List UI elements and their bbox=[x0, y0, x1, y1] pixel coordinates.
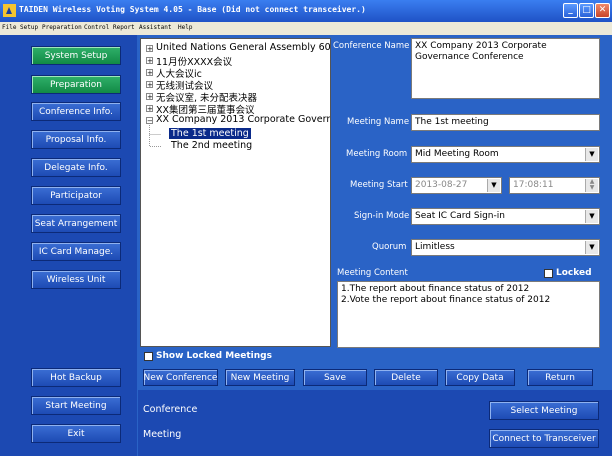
conference-name-label: Conference Name bbox=[333, 41, 410, 51]
tree-collapse-icon[interactable]: − bbox=[146, 117, 153, 125]
nav-conference-info-button[interactable]: Conference Info. bbox=[31, 102, 121, 121]
nav-seat-arrangement-button[interactable]: Seat Arrangement bbox=[31, 214, 121, 233]
meeting-start-label: Meeting Start bbox=[350, 180, 408, 190]
nav-proposal-info-button[interactable]: Proposal Info. bbox=[31, 130, 121, 149]
spin-down-icon[interactable]: ▼ bbox=[590, 184, 595, 191]
meeting-start-time-spinner[interactable]: 17:08:11 ▲ ▼ bbox=[509, 177, 600, 194]
menu-help[interactable]: Help bbox=[178, 24, 192, 31]
signin-mode-label: Sign-in Mode bbox=[354, 211, 410, 221]
save-button[interactable]: Save bbox=[303, 369, 367, 386]
meeting-room-value: Mid Meeting Room bbox=[415, 149, 499, 159]
close-button[interactable]: ✕ bbox=[595, 3, 610, 18]
menu-bar: File Setup Preparation Control Report As… bbox=[0, 22, 612, 35]
hot-backup-button[interactable]: Hot Backup bbox=[31, 368, 121, 387]
meeting-start-time-value: 17:08:11 bbox=[513, 180, 554, 190]
nav-participator-button[interactable]: Participator bbox=[31, 186, 121, 205]
start-meeting-button[interactable]: Start Meeting bbox=[31, 396, 121, 415]
tree-expand-icon[interactable]: + bbox=[146, 81, 153, 89]
tree-expand-icon[interactable]: + bbox=[146, 57, 153, 65]
chevron-down-icon[interactable]: ▼ bbox=[487, 179, 500, 192]
tree-expand-icon[interactable]: + bbox=[146, 45, 153, 53]
meeting-room-select[interactable]: Mid Meeting Room ▼ bbox=[411, 146, 600, 163]
quorum-select[interactable]: Limitless ▼ bbox=[411, 239, 600, 256]
app-icon bbox=[3, 4, 16, 17]
meeting-start-date-value: 2013-08-27 bbox=[415, 180, 468, 190]
meeting-content-label: Meeting Content bbox=[337, 268, 408, 278]
menu-preparation[interactable]: Preparation bbox=[42, 24, 82, 31]
tree-expand-icon[interactable]: + bbox=[146, 105, 153, 113]
menu-report[interactable]: Report bbox=[113, 24, 135, 31]
nav-preparation-button[interactable]: Preparation bbox=[31, 75, 121, 94]
locked-label: Locked bbox=[556, 268, 592, 278]
exit-button[interactable]: Exit bbox=[31, 424, 121, 443]
nav-system-setup-button[interactable]: System Setup bbox=[31, 46, 121, 65]
quorum-value: Limitless bbox=[415, 242, 455, 252]
conference-name-field[interactable]: XX Company 2013 Corporate Governance Con… bbox=[411, 38, 600, 99]
maximize-button[interactable]: □ bbox=[579, 3, 594, 18]
tree-item-conference[interactable]: United Nations General Assembly 60 bbox=[156, 42, 330, 53]
title-bar[interactable]: TAIDEN Wireless Voting System 4.05 - Bas… bbox=[0, 0, 612, 22]
chevron-down-icon[interactable]: ▼ bbox=[585, 148, 598, 161]
spin-arrows-icon[interactable]: ▲ ▼ bbox=[585, 179, 598, 192]
chevron-down-icon[interactable]: ▼ bbox=[585, 210, 598, 223]
nav-ic-card-manage-button[interactable]: IC Card Manage. bbox=[31, 242, 121, 261]
signin-mode-select[interactable]: Seat IC Card Sign-in ▼ bbox=[411, 208, 600, 225]
copy-data-button[interactable]: Copy Data bbox=[445, 369, 515, 386]
minimize-button[interactable]: _ bbox=[563, 3, 578, 18]
delete-button[interactable]: Delete bbox=[374, 369, 438, 386]
tree-expand-icon[interactable]: + bbox=[146, 69, 153, 77]
quorum-label: Quorum bbox=[372, 242, 407, 252]
signin-mode-value: Seat IC Card Sign-in bbox=[415, 211, 505, 221]
conference-tree[interactable]: + United Nations General Assembly 60 + 1… bbox=[140, 38, 331, 347]
select-meeting-button[interactable]: Select Meeting bbox=[489, 401, 599, 420]
status-meeting-label: Meeting bbox=[143, 429, 182, 440]
tree-connector-lines bbox=[149, 125, 161, 147]
nav-delegate-info-button[interactable]: Delegate Info. bbox=[31, 158, 121, 177]
locked-checkbox[interactable] bbox=[544, 269, 553, 278]
tree-expand-icon[interactable]: + bbox=[146, 93, 153, 101]
tree-item-conference[interactable]: XX Company 2013 Corporate Governa bbox=[156, 114, 330, 125]
meeting-content-field[interactable]: 1.The report about finance status of 201… bbox=[337, 281, 600, 348]
app-window: TAIDEN Wireless Voting System 4.05 - Bas… bbox=[0, 0, 612, 456]
chevron-down-icon[interactable]: ▼ bbox=[585, 241, 598, 254]
menu-assistant[interactable]: Assistant bbox=[139, 24, 172, 31]
menu-control[interactable]: Control bbox=[84, 24, 109, 31]
meeting-start-date-picker[interactable]: 2013-08-27 ▼ bbox=[411, 177, 502, 194]
meeting-name-label: Meeting Name bbox=[347, 117, 410, 127]
menu-setup[interactable]: Setup bbox=[20, 24, 38, 31]
tree-item-meeting[interactable]: The 2nd meeting bbox=[171, 140, 252, 151]
window-title: TAIDEN Wireless Voting System 4.05 - Bas… bbox=[19, 5, 366, 14]
nav-wireless-unit-button[interactable]: Wireless Unit bbox=[31, 270, 121, 289]
show-locked-label: Show Locked Meetings bbox=[156, 351, 272, 361]
return-button[interactable]: Return bbox=[527, 369, 593, 386]
new-meeting-button[interactable]: New Meeting bbox=[225, 369, 295, 386]
meeting-name-field[interactable]: The 1st meeting bbox=[411, 114, 600, 131]
tree-item-meeting-selected[interactable]: The 1st meeting bbox=[169, 128, 251, 139]
connect-transceiver-button[interactable]: Connect to Transceiver bbox=[489, 429, 599, 448]
new-conference-button[interactable]: New Conference bbox=[143, 369, 218, 386]
status-conference-label: Conference bbox=[143, 404, 198, 415]
meeting-room-label: Meeting Room bbox=[346, 149, 408, 159]
menu-file[interactable]: File bbox=[2, 24, 16, 31]
show-locked-checkbox[interactable] bbox=[144, 352, 153, 361]
